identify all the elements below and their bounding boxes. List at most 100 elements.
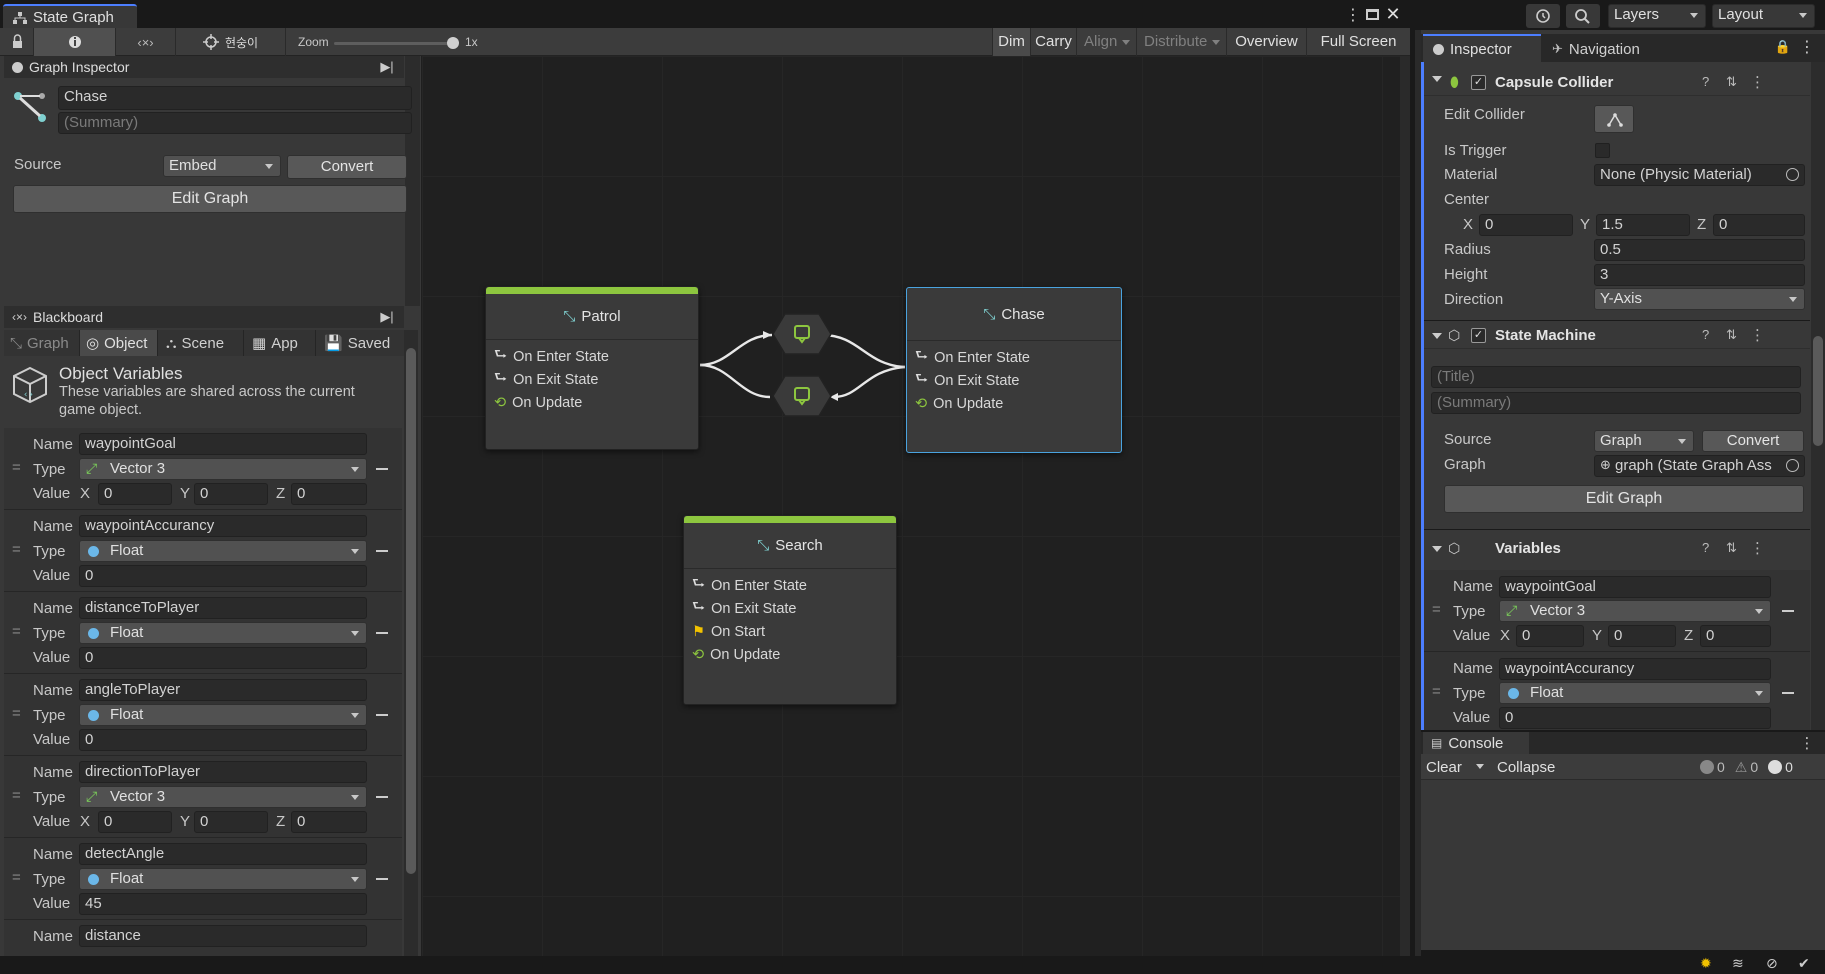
source-dropdown[interactable]: Embed [163, 155, 281, 177]
drag-handle-icon[interactable]: = [12, 705, 21, 722]
lock-icon[interactable]: 🔒 [1775, 38, 1791, 56]
remove-variable-icon[interactable] [376, 714, 388, 716]
drag-handle-icon[interactable]: = [1432, 601, 1441, 618]
lock-button[interactable] [0, 28, 34, 56]
clear-options-chevron-icon[interactable] [1476, 764, 1484, 769]
value-z-field[interactable]: 0 [291, 811, 367, 833]
object-picker-icon[interactable] [1786, 459, 1799, 472]
value-field[interactable]: 0 [1499, 707, 1771, 729]
remove-variable-icon[interactable] [376, 796, 388, 798]
more-menu-icon[interactable]: ⋮ [1750, 73, 1765, 91]
transition-node-patrol-to-chase[interactable] [771, 312, 833, 356]
remove-variable-icon[interactable] [376, 878, 388, 880]
presets-icon[interactable]: ⇅ [1726, 327, 1737, 343]
bug-icon[interactable]: ✹ [1700, 955, 1712, 972]
radius-field[interactable]: 0.5 [1594, 239, 1805, 261]
capsule-collider-header[interactable]: ⬮ ✓ Capsule Collider ? ⇅ ⋮ [1424, 72, 1810, 96]
title-field[interactable]: (Title) [1431, 366, 1801, 388]
variable-type-dropdown[interactable]: Vector 3 [1499, 600, 1771, 622]
value-z-field[interactable]: 0 [291, 483, 367, 505]
graph-asset-field[interactable]: graph (State Graph Ass [1594, 455, 1805, 477]
check-icon[interactable]: ✔ [1798, 955, 1810, 972]
foldout-arrow-icon[interactable] [1432, 333, 1442, 339]
tab-saved[interactable]: 💾 Saved [316, 330, 404, 356]
value-y-field[interactable]: 0 [194, 811, 268, 833]
zoom-slider[interactable] [334, 42, 454, 45]
full-screen-button[interactable]: Full Screen [1306, 28, 1410, 56]
tab-scene[interactable]: ⛬ Scene [158, 330, 244, 356]
log-count-toggle[interactable]: 0 [1700, 759, 1725, 775]
state-machine-header[interactable]: ⬡ ✓ State Machine ? ⇅ ⋮ [1424, 325, 1810, 349]
variable-type-dropdown[interactable]: Float [79, 868, 367, 890]
drag-handle-icon[interactable]: = [1432, 683, 1441, 700]
state-node-patrol[interactable]: ⤡ Patrol ⮑ On Enter State ⮑ On Exit State ⟲… [485, 286, 699, 450]
tab-console[interactable]: ▤ Console [1423, 732, 1529, 754]
variable-type-dropdown[interactable]: Vector 3 [79, 786, 367, 808]
carry-button[interactable]: Carry [1030, 28, 1076, 56]
value-x-field[interactable]: 0 [98, 811, 172, 833]
remove-variable-icon[interactable] [1782, 610, 1794, 612]
variable-type-dropdown[interactable]: Float [79, 622, 367, 644]
value-field[interactable]: 45 [79, 893, 367, 915]
cache-icon[interactable]: ⊘ [1766, 955, 1778, 972]
tab-navigation[interactable]: ✈ Navigation [1546, 36, 1666, 62]
search-button[interactable] [1566, 4, 1600, 28]
close-icon[interactable]: ✕ [1384, 4, 1402, 24]
distribute-dropdown[interactable]: Distribute [1136, 28, 1226, 56]
variable-name-field[interactable]: directionToPlayer [79, 761, 367, 783]
material-field[interactable]: None (Physic Material) [1594, 164, 1805, 186]
state-graph-tab[interactable]: State Graph [3, 4, 137, 29]
convert-button[interactable]: Convert [287, 155, 407, 179]
transition-node-chase-to-patrol[interactable] [771, 374, 833, 418]
height-field[interactable]: 3 [1594, 264, 1805, 286]
value-x-field[interactable]: 0 [98, 483, 172, 505]
edit-collider-button[interactable] [1594, 105, 1634, 133]
more-menu-icon[interactable]: ⋮ [1345, 6, 1361, 24]
remove-variable-icon[interactable] [1782, 692, 1794, 694]
variable-type-dropdown[interactable]: Float [1499, 682, 1771, 704]
value-field[interactable]: 0 [79, 647, 367, 669]
inspector-scrollbar-thumb[interactable] [1813, 336, 1823, 446]
state-node-search[interactable]: ⤡ Search ⮑ On Enter State ⮑ On Exit State ⚑… [683, 515, 897, 705]
zoom-slider-thumb[interactable] [447, 37, 459, 49]
enabled-checkbox[interactable]: ✓ [1471, 328, 1486, 343]
layers-icon[interactable]: ≋ [1732, 955, 1744, 972]
direction-dropdown[interactable]: Y-Axis [1594, 288, 1805, 310]
more-menu-icon[interactable]: ⋮ [1750, 539, 1765, 557]
more-menu-icon[interactable]: ⋮ [1750, 326, 1765, 344]
foldout-arrow-icon[interactable] [1432, 76, 1442, 87]
value-z-field[interactable]: 0 [1700, 625, 1771, 647]
tab-object[interactable]: ◎ Object [80, 330, 158, 356]
collapse-panel-icon[interactable]: ▶| [378, 308, 396, 326]
tab-inspector[interactable]: Inspector [1423, 34, 1541, 62]
variable-type-dropdown[interactable]: Float [79, 540, 367, 562]
graph-title-field[interactable]: Chase [58, 86, 412, 110]
variable-name-field[interactable]: waypointAccurancy [1499, 658, 1771, 680]
warning-count-toggle[interactable]: ⚠ 0 [1735, 759, 1758, 776]
drag-handle-icon[interactable]: = [12, 541, 21, 558]
variable-type-dropdown[interactable]: Vector 3 [79, 458, 367, 480]
variable-name-field[interactable]: waypointAccurancy [79, 515, 367, 537]
align-dropdown[interactable]: Align [1076, 28, 1136, 56]
collapse-button[interactable]: Collapse [1497, 759, 1555, 776]
info-toggle[interactable] [34, 28, 116, 56]
layout-dropdown[interactable]: Layout [1712, 4, 1815, 28]
drag-handle-icon[interactable]: = [12, 623, 21, 640]
summary-field[interactable]: (Summary) [1431, 392, 1801, 414]
value-y-field[interactable]: 0 [1608, 625, 1676, 647]
center-z-field[interactable]: 0 [1713, 214, 1805, 236]
object-picker-icon[interactable] [1786, 168, 1799, 181]
value-y-field[interactable]: 0 [194, 483, 268, 505]
value-field[interactable]: 0 [79, 565, 367, 587]
overview-button[interactable]: Overview [1226, 28, 1306, 56]
dim-button[interactable]: Dim [992, 28, 1030, 56]
variable-name-field[interactable]: waypointGoal [79, 433, 367, 455]
center-x-field[interactable]: 0 [1479, 214, 1573, 236]
value-field[interactable]: 0 [79, 729, 367, 751]
variable-name-field[interactable]: distance [79, 925, 367, 947]
drag-handle-icon[interactable]: = [12, 459, 21, 476]
state-node-chase[interactable]: ⤡ Chase ⮑ On Enter State ⮑ On Exit State ⟲ O… [906, 287, 1122, 453]
remove-variable-icon[interactable] [376, 550, 388, 552]
remove-variable-icon[interactable] [376, 632, 388, 634]
foldout-arrow-icon[interactable] [1432, 546, 1442, 552]
